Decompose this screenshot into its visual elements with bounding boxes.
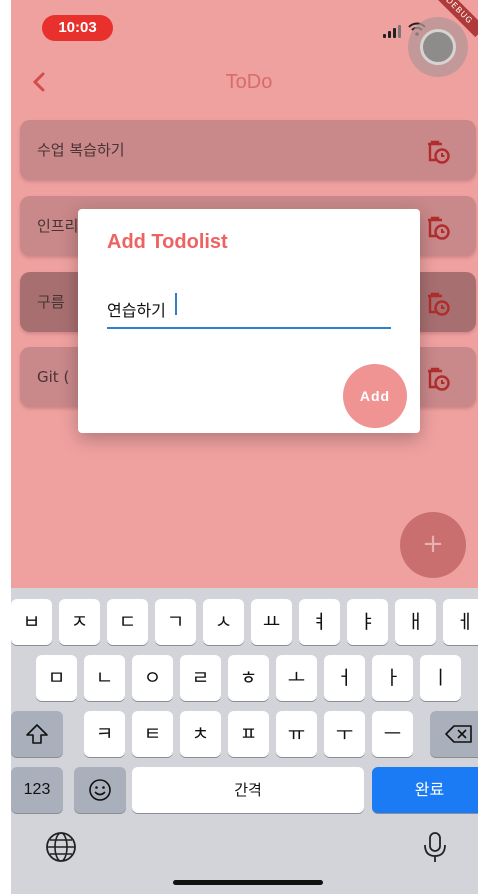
emoji-icon [89, 779, 111, 801]
delete-schedule-icon[interactable] [425, 139, 451, 165]
space-key[interactable]: 간격 [132, 767, 364, 813]
key[interactable]: ㅔ [443, 599, 478, 645]
delete-schedule-icon[interactable] [425, 215, 451, 241]
text-caret [175, 293, 177, 315]
key[interactable]: ㄴ [84, 655, 125, 701]
key[interactable]: ㅗ [276, 655, 317, 701]
todo-item-text: 구름 [37, 293, 65, 311]
korean-keyboard: ㅂ ㅈ ㄷ ㄱ ㅅ ㅛ ㅕ ㅑ ㅐ ㅔ ㅁ ㄴ ㅇ ㄹ ㅎ ㅗ ㅓ ㅏ ㅣ ㅋ … [11, 588, 478, 894]
key[interactable]: ㅍ [228, 711, 269, 757]
todo-text-input[interactable] [107, 291, 391, 329]
chevron-left-icon [32, 72, 45, 92]
backspace-icon [444, 725, 472, 743]
phone-screen: 10:03 DEBUG ToDo 수업 복습하기 인프리 구름 Git (+ … [11, 0, 478, 894]
todo-item-text: 수업 복습하기 [37, 141, 125, 159]
status-time: 10:03 [42, 15, 113, 41]
key[interactable]: ㅐ [395, 599, 436, 645]
key[interactable]: ㅈ [59, 599, 100, 645]
key[interactable]: ㅠ [276, 711, 317, 757]
cellular-signal-icon [383, 24, 403, 38]
done-key[interactable]: 완료 [372, 767, 478, 813]
key[interactable]: ㅜ [324, 711, 365, 757]
key[interactable]: ㄹ [180, 655, 221, 701]
dialog-title: Add Todolist [107, 231, 228, 253]
todo-item-text: 인프리 [37, 217, 79, 235]
key[interactable]: ㅣ [420, 655, 461, 701]
delete-schedule-icon[interactable] [425, 366, 451, 392]
home-indicator[interactable] [173, 880, 323, 885]
key[interactable]: ㅛ [251, 599, 292, 645]
back-button[interactable] [29, 64, 59, 100]
key[interactable]: ㅑ [347, 599, 388, 645]
key[interactable]: ㅡ [372, 711, 413, 757]
emoji-key[interactable] [74, 767, 126, 813]
microphone-icon[interactable] [418, 830, 452, 864]
key[interactable]: ㅂ [11, 599, 52, 645]
shift-icon [26, 724, 48, 744]
globe-icon[interactable] [44, 830, 78, 864]
key[interactable]: ㅋ [84, 711, 125, 757]
app-bar: ToDo [11, 60, 478, 104]
key[interactable]: ㅅ [203, 599, 244, 645]
todo-item[interactable]: 수업 복습하기 [20, 120, 476, 180]
key[interactable]: ㅊ [180, 711, 221, 757]
key[interactable]: ㅌ [132, 711, 173, 757]
add-button[interactable]: Add [343, 364, 407, 428]
add-todo-dialog: Add Todolist Add [78, 209, 420, 433]
key[interactable]: ㄷ [107, 599, 148, 645]
page-title: ToDo [225, 71, 273, 93]
key[interactable]: ㅎ [228, 655, 269, 701]
backspace-key[interactable] [430, 711, 478, 757]
add-todo-fab[interactable]: + [400, 512, 466, 578]
key[interactable]: ㅁ [36, 655, 77, 701]
shift-key[interactable] [11, 711, 63, 757]
status-bar: 10:03 DEBUG [11, 0, 478, 77]
key[interactable]: ㅇ [132, 655, 173, 701]
delete-schedule-icon[interactable] [425, 291, 451, 317]
key[interactable]: ㅏ [372, 655, 413, 701]
key[interactable]: ㅓ [324, 655, 365, 701]
key[interactable]: ㅕ [299, 599, 340, 645]
key[interactable]: ㄱ [155, 599, 196, 645]
numbers-key[interactable]: 123 [11, 767, 63, 813]
todo-item-text: Git ( [37, 368, 70, 386]
